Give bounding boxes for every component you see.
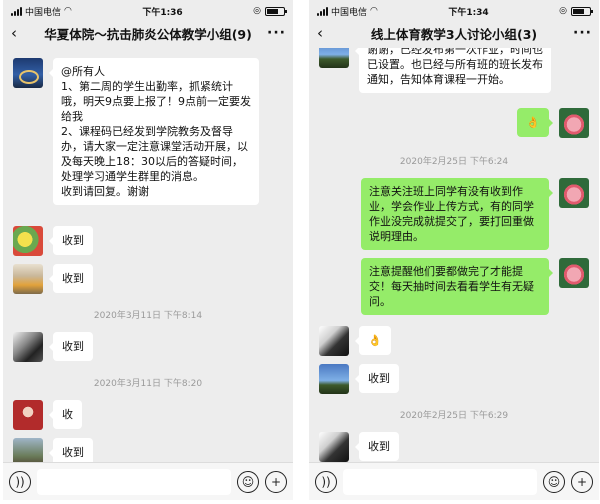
group-title: 线上体育教学3人讨论小组(3) [370,26,538,42]
emoji-icon[interactable]: ☺ [237,470,259,493]
left-chat-screen: 中国电信 ◠ 下午1:36 ◎ ‹ 华夏体院～抗击肺炎公体教学小组(9) ···… [3,0,293,500]
message-bubble[interactable]: 收到 [49,438,93,462]
signal-icon [11,6,22,16]
plus-icon[interactable]: + [571,470,593,493]
avatar[interactable] [319,432,349,462]
voice-icon[interactable]: )) [315,470,337,493]
message-list[interactable]: 谢谢，已经发布第一次作业，时间也已设置。也已经与所有班的班长发布通知，告知体育课… [309,48,599,462]
timestamp: 2020年2月25日 下午6:29 [399,411,509,421]
avatar[interactable] [13,58,43,88]
chat-header: ‹ 华夏体院～抗击肺炎公体教学小组(9) ··· [3,22,293,44]
message-bubble[interactable]: 收到 [355,364,399,393]
message-list[interactable]: @所有人 1、第二周的学生出勤率，抓紧统计哦，明天9点要上报了！9点前一定要发给… [3,48,293,462]
emoji-icon[interactable]: ☺ [543,470,565,493]
group-title: 华夏体院～抗击肺炎公体教学小组(9) [44,26,252,42]
rotation-lock-icon: ◎ [559,6,567,16]
message-bubble[interactable]: 👌 [355,326,391,355]
avatar[interactable] [559,258,589,288]
message-bubble[interactable]: 收到 [49,226,93,255]
signal-icon [317,6,328,16]
message-bubble[interactable]: 注意关注班上同学有没有收到作业，学会作业上传方式，有的同学作业没完成就提交了，要… [361,178,553,250]
timestamp: 2020年3月11日 下午8:20 [93,379,203,389]
chevron-left-icon[interactable]: ‹ [317,24,335,42]
more-icon[interactable]: ··· [573,25,591,41]
timestamp: 2020年2月25日 下午6:24 [399,157,509,167]
chevron-left-icon[interactable]: ‹ [11,24,29,42]
wifi-icon: ◠ [370,6,378,16]
rotation-lock-icon: ◎ [253,6,261,16]
wifi-icon: ◠ [64,6,72,16]
clock-time: 下午1:34 [448,7,489,18]
message-bubble[interactable]: 谢谢，已经发布第一次作业，时间也已设置。也已经与所有班的班长发布通知，告知体育课… [355,48,551,93]
message-bubble[interactable]: 收到 [49,332,93,361]
carrier-label: 中国电信 [25,7,62,18]
clock-time: 下午1:36 [142,7,183,18]
avatar[interactable] [319,364,349,394]
avatar[interactable] [13,438,43,462]
avatar[interactable] [13,264,43,294]
message-bubble[interactable]: 收到 [49,264,93,293]
message-bubble[interactable]: @所有人 1、第二周的学生出勤率，抓紧统计哦，明天9点要上报了！9点前一定要发给… [49,58,259,205]
input-bar: )) ☺ + [309,462,599,500]
status-bar: 中国电信 ◠ 下午1:36 ◎ [3,0,293,22]
status-bar: 中国电信 ◠ 下午1:34 ◎ [309,0,599,22]
input-bar: )) ☺ + [3,462,293,500]
more-icon[interactable]: ··· [267,25,285,41]
message-bubble[interactable]: 👌 [517,108,553,137]
chat-header: ‹ 线上体育教学3人讨论小组(3) ··· [309,22,599,44]
message-input[interactable] [343,468,537,495]
right-chat-screen: 中国电信 ◠ 下午1:34 ◎ ‹ 线上体育教学3人讨论小组(3) ··· 谢谢… [309,0,599,500]
avatar[interactable] [13,332,43,362]
carrier-label: 中国电信 [331,7,368,18]
avatar[interactable] [319,326,349,356]
avatar[interactable] [559,178,589,208]
message-bubble[interactable]: 注意提醒他们要都做完了才能提交！每天抽时间去看看学生有无疑问。 [361,258,553,315]
battery-icon [571,6,593,16]
avatar[interactable] [13,226,43,256]
avatar[interactable] [13,400,43,430]
message-bubble[interactable]: 收到 [355,432,399,461]
timestamp: 2020年3月11日 下午8:14 [93,311,203,321]
message-bubble[interactable]: 收 [49,400,82,429]
battery-icon [265,6,287,16]
avatar[interactable] [559,108,589,138]
avatar[interactable] [319,48,349,68]
message-input[interactable] [37,468,231,495]
voice-icon[interactable]: )) [9,470,31,493]
plus-icon[interactable]: + [265,470,287,493]
